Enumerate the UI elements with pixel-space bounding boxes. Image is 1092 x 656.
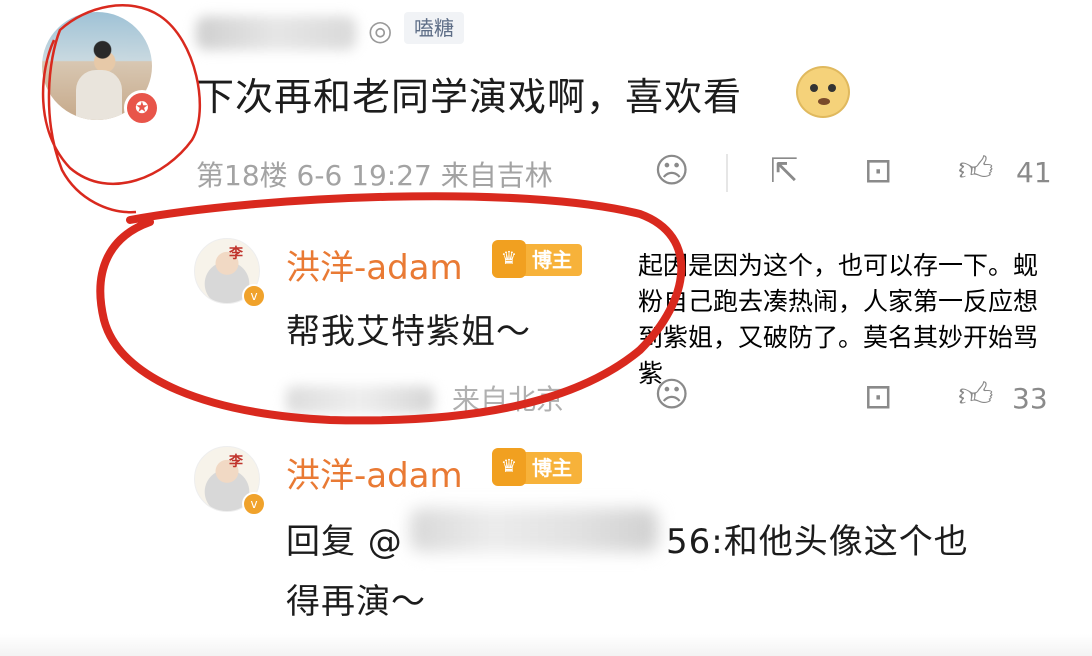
red-circle-avatar: [41, 4, 202, 214]
red-annotation-marks: [41, 4, 686, 425]
red-ellipse-reply: [96, 192, 686, 425]
bottom-fade: [0, 634, 1092, 656]
